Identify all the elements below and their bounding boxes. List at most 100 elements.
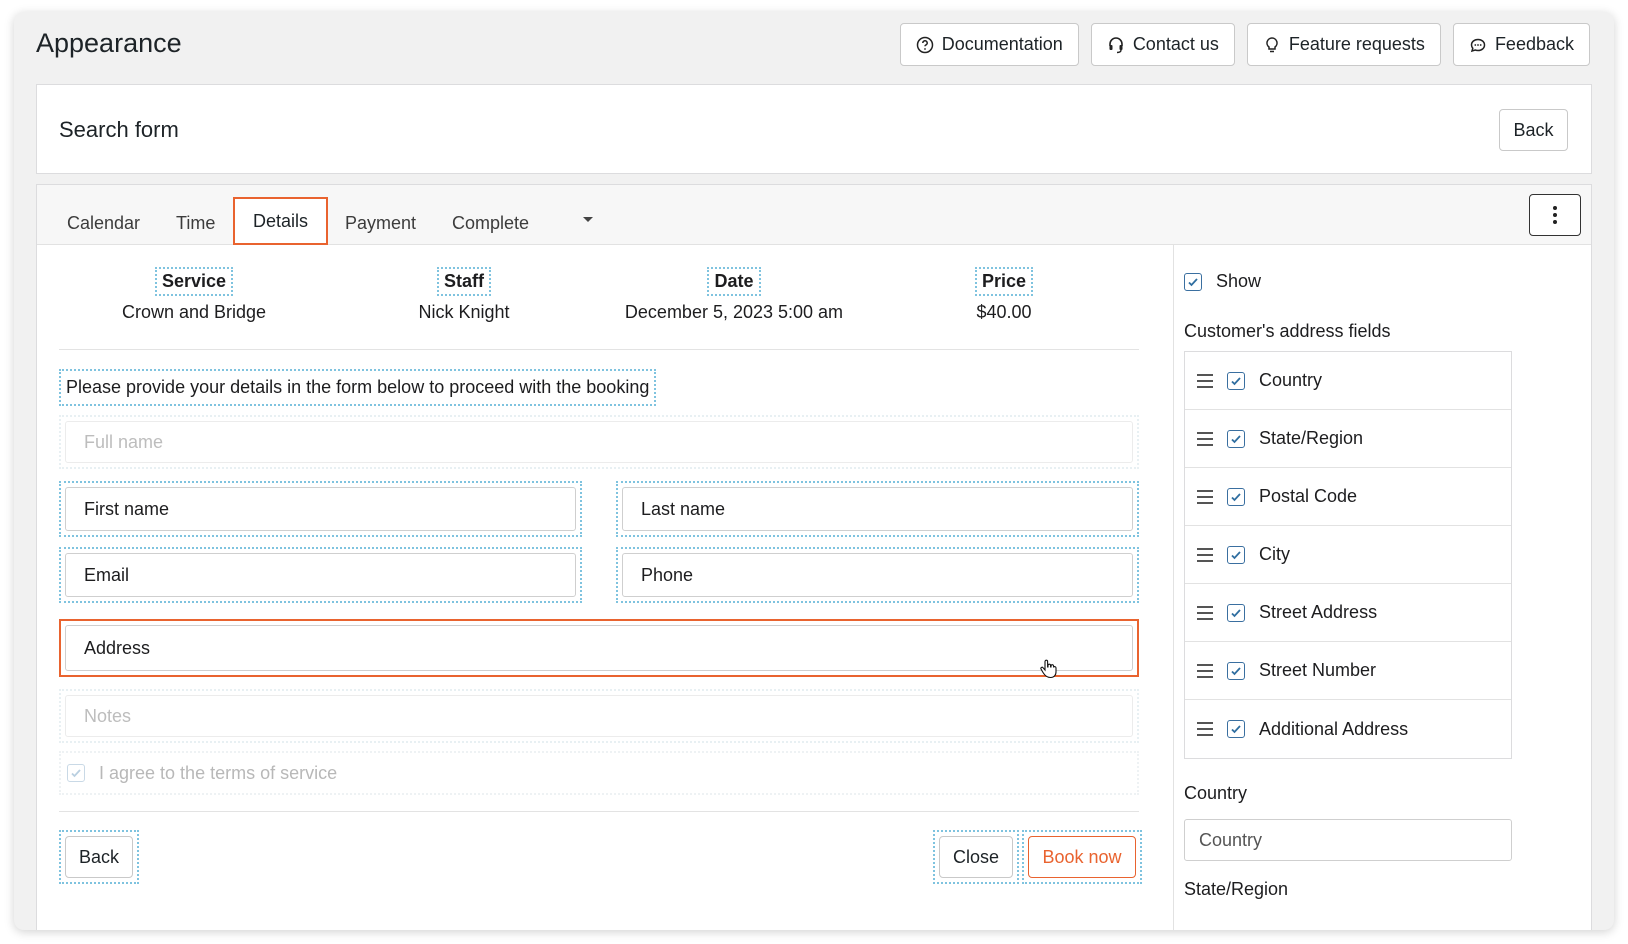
divider (59, 811, 1139, 812)
field-checkbox[interactable] (1227, 661, 1245, 680)
drag-handle-icon[interactable] (1197, 373, 1213, 388)
check-icon (71, 769, 81, 778)
summary-price: Price $40.00 (954, 267, 1054, 323)
drag-handle-icon[interactable] (1197, 663, 1213, 678)
check-icon (1188, 277, 1198, 286)
field-checkbox[interactable] (1227, 720, 1245, 738)
state-region-label: State/Region (1184, 879, 1289, 899)
list-item: City (1185, 526, 1511, 584)
summary-staff-label: Staff (437, 267, 491, 296)
notes-input[interactable]: Notes (65, 695, 1133, 737)
summary-service: Service Crown and Bridge (94, 267, 294, 323)
check-icon (1231, 608, 1241, 617)
address-wrapper[interactable]: Address (59, 619, 1139, 677)
check-icon (1231, 492, 1241, 501)
search-form-panel: Search form Back (36, 84, 1592, 174)
field-checkbox[interactable] (1227, 487, 1245, 506)
tab-complete[interactable]: Complete (434, 199, 547, 247)
summary-date: Date December 5, 2023 5:00 am (604, 267, 864, 323)
country-label: Country (1184, 783, 1248, 803)
kebab-dot (1553, 220, 1557, 224)
close-button[interactable]: Close (939, 836, 1013, 878)
documentation-button[interactable]: Documentation (899, 23, 1079, 66)
first-name-wrapper: First name (59, 481, 582, 537)
field-checkbox[interactable] (1227, 603, 1245, 622)
divider (59, 349, 1139, 350)
terms-label: I agree to the terms of service (99, 762, 338, 783)
tab-time[interactable]: Time (158, 199, 233, 247)
check-icon (1231, 376, 1241, 385)
phone-wrapper: Phone (616, 547, 1139, 603)
feature-requests-label: Feature requests (1288, 34, 1425, 54)
back-button[interactable]: Back (1499, 109, 1568, 151)
drag-handle-icon[interactable] (1197, 722, 1213, 736)
last-name-input[interactable]: Last name (622, 487, 1133, 531)
header-buttons: Documentation Contact us Feature request… (899, 23, 1590, 66)
summary-service-value: Crown and Bridge (121, 302, 267, 322)
field-label: State/Region (1259, 428, 1364, 448)
feedback-label: Feedback (1494, 34, 1574, 54)
check-icon (1231, 550, 1241, 559)
terms-checkbox[interactable] (67, 764, 85, 782)
field-checkbox[interactable] (1227, 429, 1245, 448)
field-label: Country (1259, 370, 1323, 390)
email-input[interactable]: Email (65, 553, 576, 597)
last-name-wrapper: Last name (616, 481, 1139, 537)
summary-service-label: Service (154, 267, 234, 296)
back-button-wrapper: Back (59, 830, 139, 884)
first-name-input[interactable]: First name (65, 487, 576, 531)
list-item: Additional Address (1185, 700, 1511, 758)
list-item: State/Region (1185, 410, 1511, 468)
feature-requests-button[interactable]: Feature requests (1246, 23, 1441, 66)
lightbulb-icon (1266, 36, 1278, 52)
drag-handle-icon[interactable] (1197, 605, 1213, 620)
list-item: Street Address (1185, 584, 1511, 642)
terms-row: I agree to the terms of service (59, 751, 1139, 795)
address-fields-title: Customer's address fields (1184, 321, 1391, 341)
documentation-label: Documentation (941, 34, 1063, 54)
kebab-dot (1553, 213, 1557, 217)
list-item: Country (1185, 352, 1511, 410)
tab-calendar[interactable]: Calendar (49, 199, 158, 247)
help-circle-icon (916, 36, 933, 53)
drag-handle-icon[interactable] (1197, 431, 1213, 446)
feedback-button[interactable]: Feedback (1452, 23, 1590, 66)
summary-date-value: December 5, 2023 5:00 am (624, 302, 844, 322)
show-toggle-row: Show (1184, 271, 1261, 292)
form-back-button[interactable]: Back (65, 836, 133, 878)
address-input[interactable]: Address (65, 625, 1133, 671)
headset-icon (1109, 36, 1123, 53)
tab-payment[interactable]: Payment (327, 199, 434, 247)
email-wrapper: Email (59, 547, 582, 603)
summary-staff-value: Nick Knight (418, 302, 510, 322)
book-now-button-wrapper: Book now (1022, 830, 1142, 884)
summary-staff: Staff Nick Knight (364, 267, 564, 323)
summary-price-label: Price (974, 267, 1034, 296)
contact-us-button[interactable]: Contact us (1090, 23, 1235, 66)
show-checkbox[interactable] (1184, 272, 1202, 291)
field-label: Street Number (1259, 660, 1377, 680)
field-label: City (1259, 544, 1290, 564)
field-checkbox[interactable] (1227, 371, 1245, 390)
phone-input[interactable]: Phone (622, 553, 1133, 597)
list-item: Street Number (1185, 642, 1511, 700)
field-label: Postal Code (1259, 486, 1358, 506)
tab-details[interactable]: Details (233, 197, 329, 245)
field-checkbox[interactable] (1227, 545, 1245, 564)
country-input[interactable]: Country (1184, 819, 1512, 861)
chevron-down-icon[interactable] (583, 217, 593, 222)
more-options-button[interactable] (1529, 194, 1581, 236)
book-now-button[interactable]: Book now (1028, 836, 1136, 878)
notes-wrapper: Notes (59, 689, 1139, 743)
app-window: Appearance Documentation Contact us Feat… (14, 12, 1614, 930)
drag-handle-icon[interactable] (1197, 547, 1213, 562)
form-intro-text: Please provide your details in the form … (59, 369, 657, 406)
step-tabs: Calendar Time Details Payment Complete (37, 185, 1591, 245)
drag-handle-icon[interactable] (1197, 489, 1213, 504)
full-name-input[interactable]: Full name (65, 421, 1133, 463)
show-label: Show (1216, 271, 1262, 291)
check-icon (1231, 666, 1241, 675)
page-title: Appearance (36, 28, 182, 58)
chat-bubble-icon (1470, 38, 1486, 52)
field-label: Street Address (1259, 602, 1378, 622)
